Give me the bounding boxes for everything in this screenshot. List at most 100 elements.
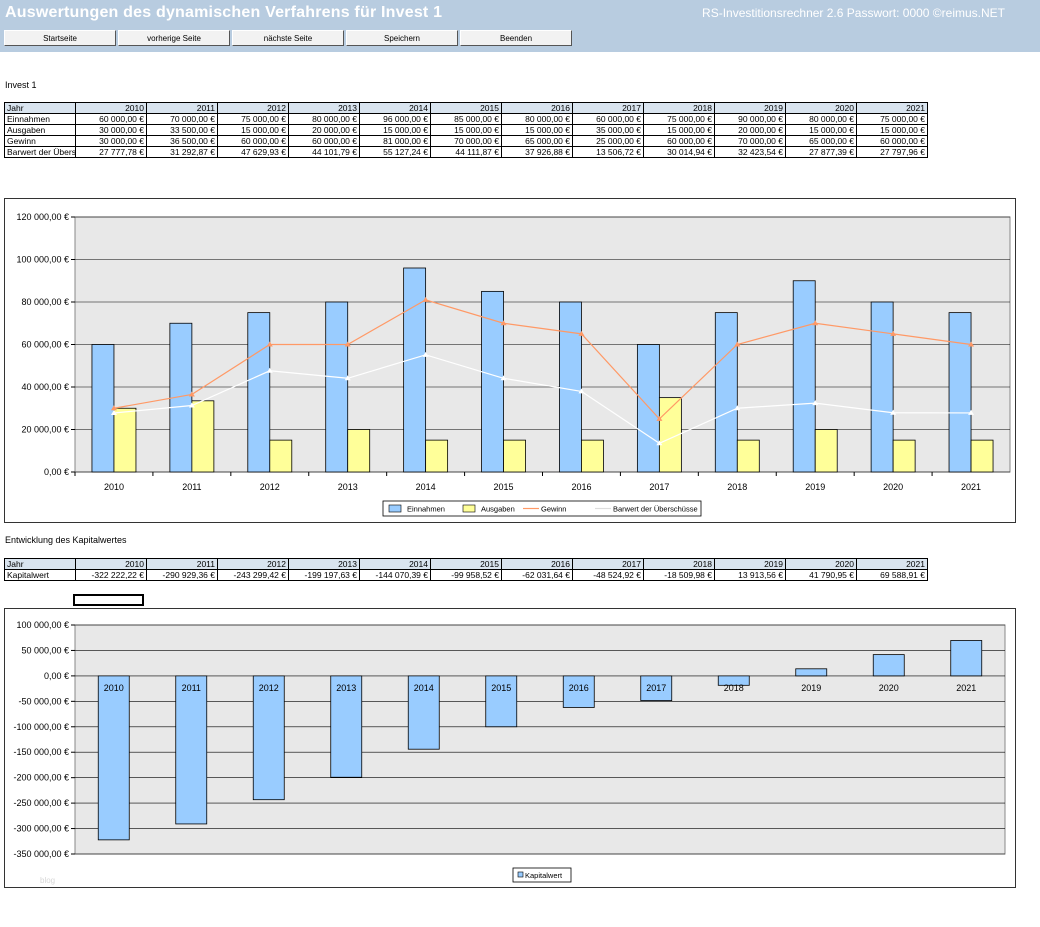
- invest-table-value-cell[interactable]: 60 000,00 €: [217, 135, 289, 147]
- kapitalwert-table-year-cell[interactable]: 2012: [217, 558, 289, 570]
- bar-ausgaben[interactable]: [581, 439, 604, 473]
- invest-table-value-cell[interactable]: 27 797,96 €: [856, 146, 928, 158]
- invest-table-value-cell[interactable]: 15 000,00 €: [643, 124, 715, 136]
- invest-table-year-cell[interactable]: 2011: [146, 102, 218, 114]
- kapitalwert-table-year-cell[interactable]: 2011: [146, 558, 218, 570]
- invest-table-value-cell[interactable]: 70 000,00 €: [430, 135, 502, 147]
- invest-table-value-cell[interactable]: 80 000,00 €: [785, 113, 857, 125]
- invest-table-value-cell[interactable]: 47 629,93 €: [217, 146, 289, 158]
- kapitalwert-table-value-cell[interactable]: -18 509,98 €: [643, 569, 715, 581]
- invest-table-year-cell[interactable]: 2017: [572, 102, 644, 114]
- bar-kapitalwert[interactable]: [950, 640, 983, 677]
- bar-ausgaben[interactable]: [347, 429, 371, 473]
- kapitalwert-table-value-cell[interactable]: -144 070,39 €: [359, 569, 431, 581]
- invest-table-row-label[interactable]: Barwert der Überschüsse: [4, 146, 76, 158]
- invest-table-value-cell[interactable]: 30 000,00 €: [75, 135, 147, 147]
- invest-table-year-cell[interactable]: 2020: [785, 102, 857, 114]
- exit-button[interactable]: Beenden: [460, 30, 572, 46]
- bar-einnahmen[interactable]: [636, 344, 660, 473]
- invest-table-value-cell[interactable]: 31 292,87 €: [146, 146, 218, 158]
- invest-table-value-cell[interactable]: 15 000,00 €: [856, 124, 928, 136]
- invest-table-value-cell[interactable]: 36 500,00 €: [146, 135, 218, 147]
- bar-einnahmen[interactable]: [559, 301, 582, 473]
- invest-table-year-cell[interactable]: 2019: [714, 102, 786, 114]
- invest-table-value-cell[interactable]: 20 000,00 €: [714, 124, 786, 136]
- invest-table-year-cell[interactable]: 2021: [856, 102, 928, 114]
- kapitalwert-table-value-cell[interactable]: 13 913,56 €: [714, 569, 786, 581]
- invest-table-value-cell[interactable]: 30 000,00 €: [75, 124, 147, 136]
- invest-table-year-cell[interactable]: 2014: [359, 102, 431, 114]
- invest-table-value-cell[interactable]: 33 500,00 €: [146, 124, 218, 136]
- invest-table-value-cell[interactable]: 44 101,79 €: [288, 146, 360, 158]
- selected-cell[interactable]: [73, 594, 144, 606]
- invest-table-value-cell[interactable]: 60 000,00 €: [856, 135, 928, 147]
- invest-table-value-cell[interactable]: 80 000,00 €: [288, 113, 360, 125]
- kapitalwert-table-year-cell[interactable]: 2010: [75, 558, 147, 570]
- invest-table-value-cell[interactable]: 60 000,00 €: [75, 113, 147, 125]
- invest-table-value-cell[interactable]: 27 877,39 €: [785, 146, 857, 158]
- invest-table-value-cell[interactable]: 25 000,00 €: [572, 135, 644, 147]
- kapitalwert-table-value-cell[interactable]: -199 197,63 €: [288, 569, 360, 581]
- invest-table-value-cell[interactable]: 70 000,00 €: [146, 113, 218, 125]
- invest-table-value-cell[interactable]: 70 000,00 €: [714, 135, 786, 147]
- bar-einnahmen[interactable]: [325, 301, 349, 473]
- invest-table-value-cell[interactable]: 75 000,00 €: [217, 113, 289, 125]
- bar-ausgaben[interactable]: [191, 400, 215, 473]
- bar-einnahmen[interactable]: [948, 312, 972, 473]
- bar-ausgaben[interactable]: [503, 439, 526, 473]
- bar-einnahmen[interactable]: [247, 312, 271, 473]
- invest-table-value-cell[interactable]: 44 111,87 €: [430, 146, 502, 158]
- bar-kapitalwert[interactable]: [175, 675, 208, 825]
- kapitalwert-table-year-cell[interactable]: 2013: [288, 558, 360, 570]
- invest-table-value-cell[interactable]: 60 000,00 €: [572, 113, 644, 125]
- kapitalwert-table-year-cell[interactable]: 2018: [643, 558, 715, 570]
- bar-einnahmen[interactable]: [870, 301, 894, 473]
- bar-einnahmen[interactable]: [403, 267, 427, 473]
- invest-table-value-cell[interactable]: 90 000,00 €: [714, 113, 786, 125]
- bar-ausgaben[interactable]: [269, 439, 293, 473]
- kapitalwert-table-year-cell[interactable]: 2020: [785, 558, 857, 570]
- invest-table-value-cell[interactable]: 32 423,54 €: [714, 146, 786, 158]
- bar-ausgaben[interactable]: [814, 429, 838, 473]
- save-button[interactable]: Speichern: [346, 30, 458, 46]
- invest-table-year-cell[interactable]: 2018: [643, 102, 715, 114]
- bar-einnahmen[interactable]: [714, 312, 738, 473]
- bar-kapitalwert[interactable]: [252, 675, 285, 801]
- invest-table-value-cell[interactable]: 80 000,00 €: [501, 113, 573, 125]
- invest-table-value-cell[interactable]: 60 000,00 €: [643, 135, 715, 147]
- bar-ausgaben[interactable]: [736, 439, 760, 473]
- invest-table-year-cell[interactable]: 2016: [501, 102, 573, 114]
- invest-table-header-label[interactable]: Jahr: [4, 102, 76, 114]
- kapitalwert-table-value-cell[interactable]: -48 524,92 €: [572, 569, 644, 581]
- invest-table-value-cell[interactable]: 65 000,00 €: [501, 135, 573, 147]
- invest-table-year-cell[interactable]: 2015: [430, 102, 502, 114]
- invest-table-value-cell[interactable]: 15 000,00 €: [359, 124, 431, 136]
- kapitalwert-table-header-label[interactable]: Jahr: [4, 558, 76, 570]
- kapitalwert-table-year-cell[interactable]: 2015: [430, 558, 502, 570]
- bar-ausgaben[interactable]: [892, 439, 916, 473]
- invest-table-year-cell[interactable]: 2012: [217, 102, 289, 114]
- invest-table-value-cell[interactable]: 35 000,00 €: [572, 124, 644, 136]
- invest-table-value-cell[interactable]: 75 000,00 €: [856, 113, 928, 125]
- next-page-button[interactable]: nächste Seite: [232, 30, 344, 46]
- invest-table-value-cell[interactable]: 30 014,94 €: [643, 146, 715, 158]
- kapitalwert-table-value-cell[interactable]: -290 929,36 €: [146, 569, 218, 581]
- kapitalwert-table-value-cell[interactable]: 69 588,91 €: [856, 569, 928, 581]
- invest-table-row-label[interactable]: Ausgaben: [4, 124, 76, 136]
- invest-table-value-cell[interactable]: 20 000,00 €: [288, 124, 360, 136]
- invest-table-value-cell[interactable]: 85 000,00 €: [430, 113, 502, 125]
- kapitalwert-table-year-cell[interactable]: 2014: [359, 558, 431, 570]
- bar-kapitalwert[interactable]: [795, 668, 828, 677]
- invest-table-value-cell[interactable]: 15 000,00 €: [430, 124, 502, 136]
- bar-kapitalwert[interactable]: [872, 654, 905, 677]
- invest-table-row-label[interactable]: Einnahmen: [4, 113, 76, 125]
- invest-table-value-cell[interactable]: 75 000,00 €: [643, 113, 715, 125]
- invest-table-value-cell[interactable]: 81 000,00 €: [359, 135, 431, 147]
- start-page-button[interactable]: Startseite: [4, 30, 116, 46]
- bar-ausgaben[interactable]: [113, 407, 137, 473]
- invest-table-value-cell[interactable]: 13 506,72 €: [572, 146, 644, 158]
- bar-einnahmen[interactable]: [481, 290, 504, 473]
- previous-page-button[interactable]: vorherige Seite: [118, 30, 230, 46]
- invest-table-value-cell[interactable]: 60 000,00 €: [288, 135, 360, 147]
- kapitalwert-table-year-cell[interactable]: 2017: [572, 558, 644, 570]
